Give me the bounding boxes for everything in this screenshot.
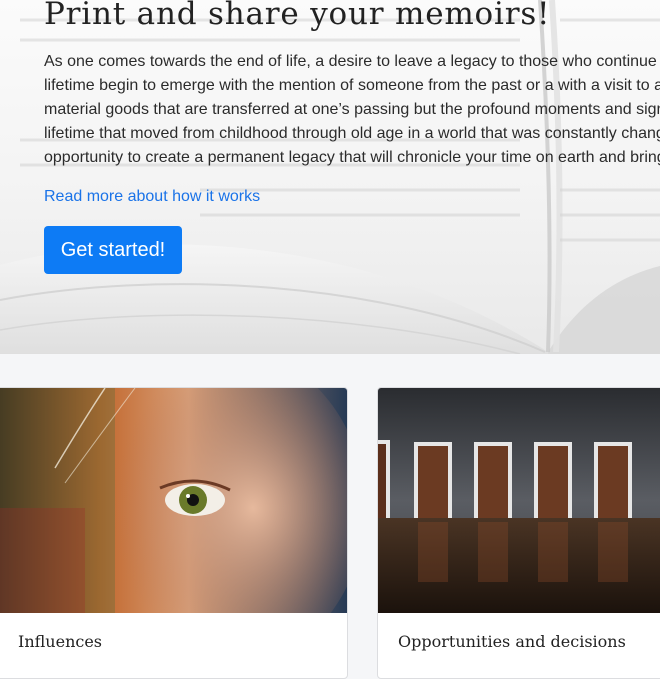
get-started-button[interactable]: Get started! [44,226,182,274]
intro-line: lifetime that moved from childhood throu… [44,125,660,142]
read-more-link[interactable]: Read more about how it works [44,188,260,206]
card-title-opportunities-decisions[interactable]: Opportunities and decisions [398,632,626,651]
hero-section: Print and share your memoirs! As one com… [0,0,660,354]
intro-line: opportunity to create a permanent legacy… [44,149,660,166]
intro-line: As one comes towards the end of life, a … [44,53,657,70]
intro-paragraph: As one comes towards the end of life, a … [44,50,660,170]
row-of-doors-image [378,388,660,613]
intro-line: lifetime begin to emerge with the mentio… [44,77,660,94]
card-title-influences[interactable]: Influences [18,632,102,651]
page-title: Print and share your memoirs! [44,0,551,32]
child-eye-image [0,388,347,613]
intro-line: material goods that are transferred at o… [44,101,660,118]
